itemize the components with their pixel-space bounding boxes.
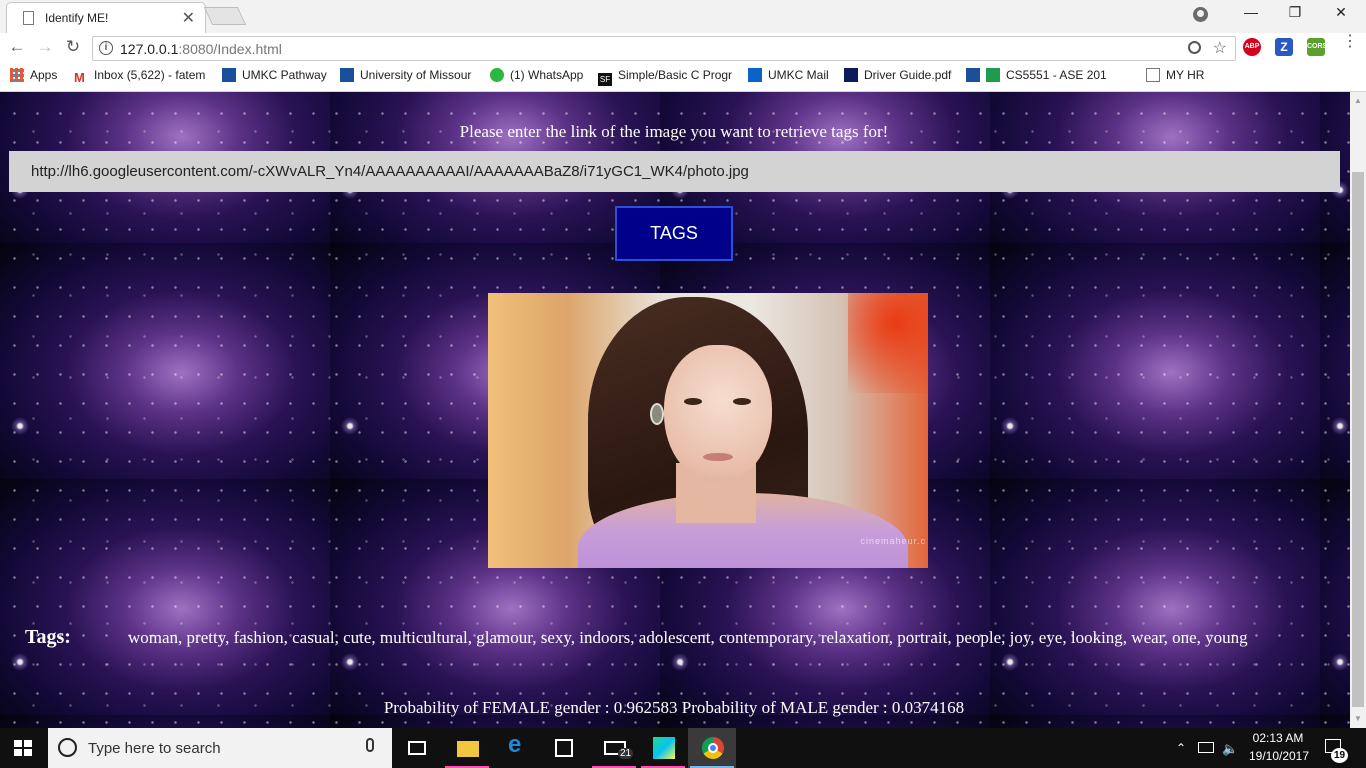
outlook-icon xyxy=(748,68,762,82)
tags-button[interactable]: TAGS xyxy=(615,206,733,261)
page-scrollbar[interactable]: ▲ ▼ xyxy=(1350,92,1366,728)
taskbar-mail[interactable]: 21 xyxy=(590,728,638,768)
pdf-icon xyxy=(844,68,858,82)
document-icon xyxy=(1146,68,1160,82)
image-watermark: cinemaheur.c xyxy=(860,536,926,546)
browser-toolbar: ← → ↻ i 127.0.0.1:8080/Index.html ☆ ABP … xyxy=(0,33,1366,63)
windows-taskbar: Type here to search e 21 ⌃ 🔈 02:13 AM 19… xyxy=(0,728,1366,768)
back-arrow-icon[interactable]: ← xyxy=(6,37,28,57)
forward-arrow-icon[interactable]: → xyxy=(34,37,56,57)
gmail-icon: M xyxy=(74,70,85,85)
bookmark-simple-c[interactable]: SF Simple/Basic C Progr xyxy=(598,68,738,86)
bookmark-inbox[interactable]: M Inbox (5,622) - fatem xyxy=(74,68,210,86)
bookmark-whatsapp[interactable]: (1) WhatsApp xyxy=(490,68,590,86)
task-view-icon xyxy=(408,741,426,755)
taskbar-edge[interactable]: e xyxy=(492,728,540,768)
taskbar-search-box[interactable]: Type here to search xyxy=(48,728,392,768)
bookmark-my-hr[interactable]: MY HR xyxy=(1146,68,1216,86)
sheets-icon xyxy=(986,68,1000,82)
cortana-icon xyxy=(58,738,77,757)
url-text[interactable]: 127.0.0.1:8080/Index.html xyxy=(120,41,282,57)
scroll-up-icon[interactable]: ▲ xyxy=(1354,96,1362,105)
taskbar-file-explorer[interactable] xyxy=(443,728,491,768)
bookmark-apps[interactable]: Apps xyxy=(10,68,70,86)
new-tab-button[interactable] xyxy=(203,7,247,25)
gender-probability: Probability of FEMALE gender : 0.962583 … xyxy=(383,698,965,717)
minimize-icon[interactable]: — xyxy=(1236,4,1266,20)
volume-icon[interactable]: 🔈 xyxy=(1222,741,1238,757)
bookmark-driver-guide[interactable]: Driver Guide.pdf xyxy=(844,68,958,86)
image-link-input[interactable] xyxy=(9,151,1340,192)
windows-start-icon[interactable] xyxy=(14,740,32,756)
webstorm-icon xyxy=(653,737,675,759)
page-background: Please enter the link of the image you w… xyxy=(0,92,1350,728)
task-view-button[interactable] xyxy=(394,728,442,768)
tags-label: Tags: xyxy=(25,626,71,648)
reload-icon[interactable]: ↻ xyxy=(62,37,84,57)
search-placeholder: Type here to search xyxy=(88,740,221,757)
close-tab-icon[interactable]: ✕ xyxy=(182,8,195,28)
page-favicon-icon xyxy=(23,11,34,25)
umkc-icon xyxy=(340,68,354,82)
mail-badge: 21 xyxy=(618,748,634,759)
address-bar[interactable]: i 127.0.0.1:8080/Index.html ☆ xyxy=(92,36,1236,61)
browser-tab-bar: Identify ME! ✕ — ❐ ✕ xyxy=(0,0,1366,33)
bookmark-star-icon[interactable]: ☆ xyxy=(1213,38,1227,58)
cors-extension-icon[interactable]: CORS xyxy=(1307,38,1327,56)
tray-chevron-up-icon[interactable]: ⌃ xyxy=(1176,741,1186,755)
network-icon[interactable] xyxy=(1198,742,1214,753)
bookmark-university-of-missouri[interactable]: University of Missour xyxy=(340,68,478,86)
microphone-icon[interactable] xyxy=(366,738,374,752)
folder-icon xyxy=(457,741,479,757)
z-extension-icon[interactable]: Z xyxy=(1275,38,1293,56)
clock-date[interactable]: 19/10/2017 xyxy=(1248,749,1310,763)
browser-tab[interactable]: Identify ME! ✕ xyxy=(6,2,206,33)
bookmarks-bar: Apps M Inbox (5,622) - fatem UMKC Pathway… xyxy=(0,63,1366,92)
window-close-icon[interactable]: ✕ xyxy=(1326,4,1356,21)
result-image: cinemaheur.c xyxy=(488,293,928,568)
store-icon xyxy=(555,739,573,757)
adblock-extension-icon[interactable]: ABP xyxy=(1243,38,1261,56)
bookmark-umkc-pathway[interactable]: UMKC Pathway xyxy=(222,68,332,86)
bookmark-cs5551[interactable]: CS5551 - ASE 2017 F xyxy=(966,68,1106,86)
sf-icon: SF xyxy=(598,73,612,86)
bookmark-umkc-mail[interactable]: UMKC Mail xyxy=(748,68,836,86)
scroll-down-icon[interactable]: ▼ xyxy=(1354,714,1362,723)
chrome-menu-icon[interactable]: ⋮ xyxy=(1342,34,1358,50)
umkc-icon xyxy=(222,68,236,82)
scrollbar-thumb[interactable] xyxy=(1352,172,1364,707)
clock-time[interactable]: 02:13 AM xyxy=(1250,731,1306,745)
restore-icon[interactable]: ❐ xyxy=(1280,4,1310,21)
whatsapp-icon xyxy=(490,68,504,82)
tags-list: woman, pretty, fashion, casual, cute, mu… xyxy=(128,628,1248,647)
tab-title: Identify ME! xyxy=(45,11,109,25)
taskbar-store[interactable] xyxy=(541,728,589,768)
edge-icon: e xyxy=(508,731,522,758)
apps-grid-icon xyxy=(10,68,24,82)
notification-count-badge: 19 xyxy=(1331,748,1348,763)
profile-icon[interactable] xyxy=(1193,7,1208,22)
info-icon[interactable]: i xyxy=(99,41,113,55)
page-prompt: Please enter the link of the image you w… xyxy=(459,122,889,141)
zoom-icon[interactable] xyxy=(1188,41,1201,54)
taskbar-chrome[interactable] xyxy=(688,728,736,768)
umkc-icon xyxy=(966,68,980,82)
taskbar-webstorm[interactable] xyxy=(639,728,687,768)
